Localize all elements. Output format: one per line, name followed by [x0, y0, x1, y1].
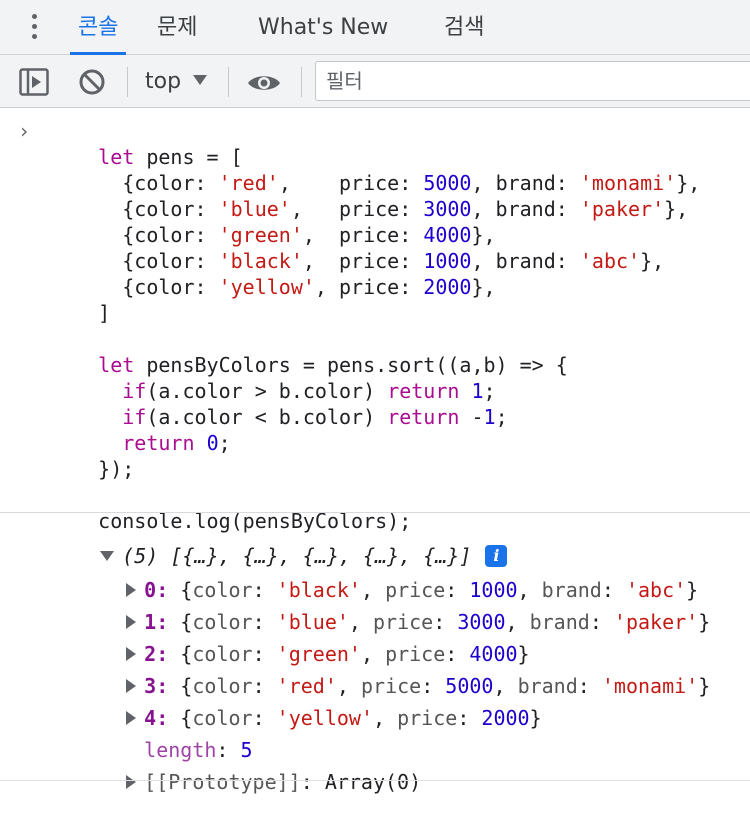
tab-search-label: 검색 — [444, 15, 485, 40]
filter-placeholder: 필터 — [326, 69, 363, 93]
chevron-down-icon — [193, 75, 208, 85]
prompt-chevron-icon: › — [18, 119, 31, 143]
prototype-value: Array(0) — [324, 770, 422, 794]
sidebar-toggle-icon[interactable] — [19, 68, 49, 96]
tab-console-label: 콘솔 — [78, 15, 119, 40]
prototype-key: [[Prototype]] — [144, 770, 301, 794]
code-line: ] — [0, 274, 750, 325]
filter-input[interactable]: 필터 — [315, 61, 750, 101]
code-line: › let pens = [ — [0, 118, 750, 169]
clear-console-icon[interactable] — [78, 68, 106, 96]
tab-issues[interactable]: 문제 — [157, 0, 197, 55]
item-brand: 'monami' — [601, 674, 699, 698]
code-line: }); — [0, 430, 750, 481]
expand-triangle-icon[interactable] — [126, 774, 137, 789]
tab-whats-new[interactable]: What's New — [258, 0, 388, 55]
toolbar-separator — [228, 67, 229, 97]
console-toolbar: top 필터 — [0, 55, 750, 108]
tab-console[interactable]: 콘솔 — [70, 0, 127, 55]
code-line: {color: 'green', price: 4000}, — [0, 196, 750, 247]
tab-whats-new-label: What's New — [258, 15, 389, 40]
console-bottom-border — [0, 780, 750, 781]
item-price: 2000 — [481, 706, 530, 730]
tab-issues-label: 문제 — [157, 15, 198, 40]
context-selector-label: top — [145, 69, 182, 94]
tab-search[interactable]: 검색 — [444, 0, 484, 55]
toolbar-separator — [301, 67, 302, 97]
message-divider — [0, 512, 750, 513]
code-line: let pensByColors = pens.sort((a,b) => { — [0, 326, 750, 377]
code-line: {color: 'red', price: 5000, brand: 'mona… — [0, 144, 750, 195]
live-expression-eye-icon[interactable] — [246, 72, 282, 94]
console-input-code: › let pens = [ {color: 'red', price: 5000… — [0, 118, 750, 533]
devtools-tab-bar: 콘솔 문제 What's New 검색 — [0, 0, 750, 55]
toolbar-separator — [127, 67, 128, 97]
code-line: if(a.color < b.color) return -1; — [0, 378, 750, 429]
item-color: 'yellow' — [276, 706, 373, 730]
code-line: {color: 'blue', price: 3000, brand: 'pak… — [0, 170, 750, 221]
code-line: {color: 'yellow', price: 2000}, — [0, 248, 750, 299]
context-selector[interactable]: top — [145, 65, 208, 99]
item-brand: 'paker' — [613, 610, 699, 634]
code-line: if(a.color > b.color) return 1; — [0, 352, 750, 403]
code-line: console.log(pensByColors); — [0, 482, 750, 533]
code-line: {color: 'black', price: 1000, brand: 'ab… — [0, 222, 750, 273]
code-line: return 0; — [0, 404, 750, 455]
more-options-icon[interactable] — [30, 14, 38, 42]
prototype-row[interactable]: [[Prototype]]: Array(0) — [78, 746, 421, 818]
